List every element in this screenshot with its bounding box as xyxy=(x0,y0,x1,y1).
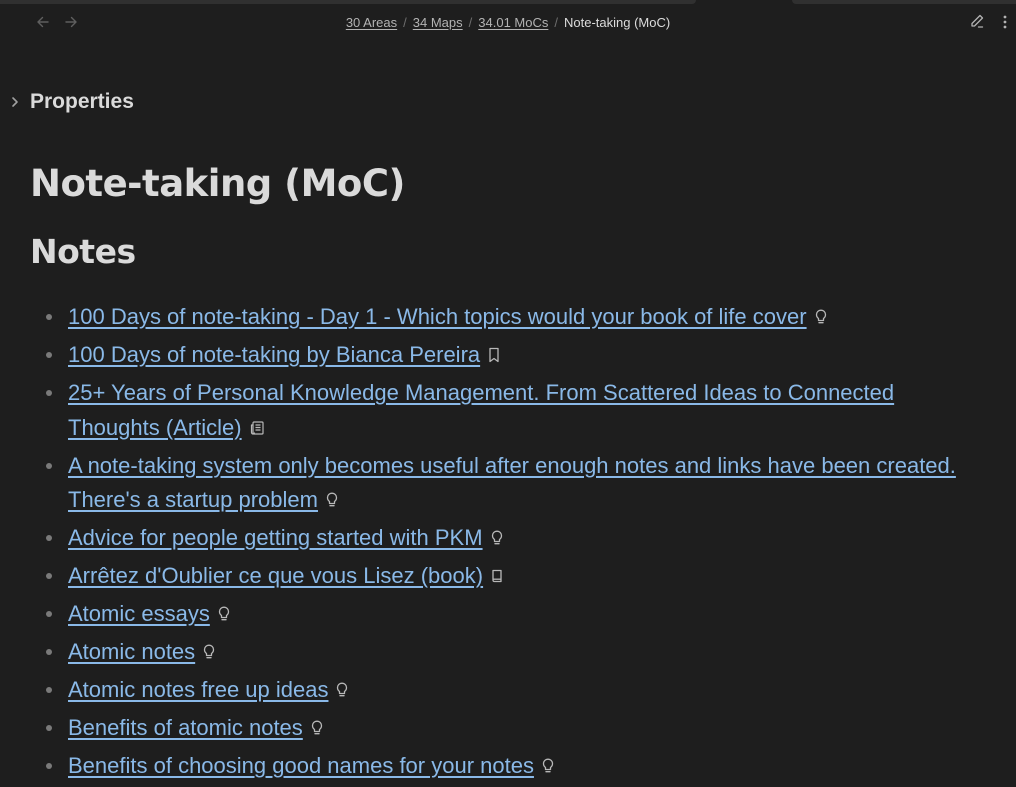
internal-link[interactable]: Atomic notes xyxy=(68,639,195,664)
more-vertical-icon xyxy=(1003,14,1007,33)
internal-link[interactable]: Advice for people getting started with P… xyxy=(68,525,483,550)
internal-link[interactable]: A note-taking system only becomes useful… xyxy=(68,453,956,513)
breadcrumb-item-maps[interactable]: 34 Maps xyxy=(413,15,463,30)
book-icon xyxy=(491,560,505,583)
internal-link[interactable]: Atomic essays xyxy=(68,601,210,626)
bullet xyxy=(46,462,52,469)
list-item: Atomic essays xyxy=(30,597,960,632)
lightbulb-icon xyxy=(336,674,350,697)
lightbulb-icon xyxy=(815,301,829,324)
notes-list: 100 Days of note-taking - Day 1 - Which … xyxy=(30,300,960,787)
bullet xyxy=(46,390,52,396)
internal-link[interactable]: Arrêtez d'Oublier ce que vous Lisez (boo… xyxy=(68,563,483,588)
internal-link[interactable]: 100 Days of note-taking by Bianca Pereir… xyxy=(68,342,480,367)
list-item: Benefits of choosing good names for your… xyxy=(30,749,960,784)
breadcrumb: 30 Areas / 34 Maps / 34.01 MoCs / Note-taking … xyxy=(0,14,1016,32)
list-item: Benefits of atomic notes xyxy=(30,711,960,746)
internal-link[interactable]: Benefits of atomic notes xyxy=(68,715,303,740)
properties-toggle[interactable]: Properties xyxy=(8,88,134,116)
lightbulb-icon xyxy=(542,750,556,773)
lightbulb-icon xyxy=(203,636,217,659)
chevron-right-icon xyxy=(8,95,22,109)
bullet xyxy=(46,535,52,541)
bullet xyxy=(46,573,52,579)
breadcrumb-separator: / xyxy=(403,15,407,30)
bookmark-icon xyxy=(488,339,502,363)
breadcrumb-separator: / xyxy=(554,15,558,30)
tab-strip xyxy=(0,0,1016,4)
list-item: 100 Days of note-taking - Day 1 - Which … xyxy=(30,300,960,335)
internal-link[interactable]: Atomic notes free up ideas xyxy=(68,677,328,702)
list-item: 100 Days of note-taking by Bianca Pereir… xyxy=(30,338,960,373)
internal-link[interactable]: 100 Days of note-taking - Day 1 - Which … xyxy=(68,304,807,329)
more-options-button[interactable] xyxy=(995,13,1015,33)
list-item: Atomic notes free up ideas xyxy=(30,673,960,708)
lightbulb-icon xyxy=(326,484,340,507)
bullet xyxy=(46,763,52,769)
active-tab-edge xyxy=(0,0,696,4)
bullet xyxy=(46,352,52,358)
bullet xyxy=(46,725,52,731)
bullet xyxy=(46,649,52,655)
internal-link[interactable]: 25+ Years of Personal Knowledge Manageme… xyxy=(68,380,894,440)
properties-label: Properties xyxy=(30,90,134,113)
list-item: Arrêtez d'Oublier ce que vous Lisez (boo… xyxy=(30,559,960,594)
list-item: 25+ Years of Personal Knowledge Manageme… xyxy=(30,376,960,445)
bullet xyxy=(46,314,52,320)
list-item: Atomic notes xyxy=(30,635,960,670)
bullet xyxy=(46,687,52,693)
edit-mode-button[interactable] xyxy=(967,13,987,33)
internal-link[interactable]: Benefits of choosing good names for your… xyxy=(68,753,534,778)
breadcrumb-item-mocs[interactable]: 34.01 MoCs xyxy=(478,15,548,30)
breadcrumb-item-areas[interactable]: 30 Areas xyxy=(346,15,397,30)
breadcrumb-current[interactable]: Note-taking (MoC) xyxy=(564,15,670,30)
note-title: Note-taking (MoC) xyxy=(30,162,405,205)
section-heading: Notes xyxy=(30,232,136,271)
bullet xyxy=(46,611,52,617)
newspaper-icon xyxy=(250,412,264,435)
breadcrumb-separator: / xyxy=(468,15,473,30)
list-item: A note-taking system only becomes useful… xyxy=(30,449,960,518)
lightbulb-icon xyxy=(311,712,325,735)
pencil-icon xyxy=(969,13,985,33)
view-header: 30 Areas / 34 Maps / 34.01 MoCs / Note-taking … xyxy=(0,0,1016,46)
lightbulb-icon xyxy=(491,522,505,545)
list-item: Advice for people getting started with P… xyxy=(30,521,960,556)
inactive-tab-edge xyxy=(792,0,1016,4)
lightbulb-icon xyxy=(218,598,232,621)
